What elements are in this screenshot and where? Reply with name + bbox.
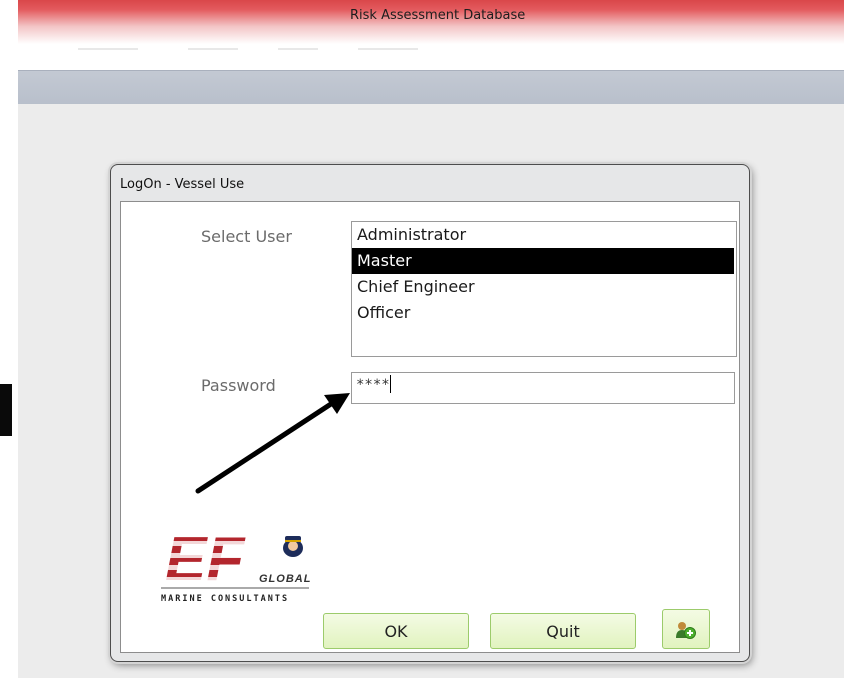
add-user-button[interactable]	[662, 609, 710, 649]
logo-global-text: GLOBAL	[259, 573, 311, 585]
list-item-master[interactable]: Master	[352, 248, 734, 274]
company-logo: EF GLOBAL MARINE CON	[159, 500, 319, 620]
text-caret	[389, 375, 391, 393]
side-marker	[0, 384, 12, 436]
logo-tagline: MARINE CONSULTANTS	[161, 594, 289, 604]
list-item-officer[interactable]: Officer	[352, 300, 736, 326]
window-title: Risk Assessment Database	[350, 8, 526, 23]
dialog-body: Select User Administrator Master Chief E…	[120, 201, 740, 653]
officer-icon	[283, 536, 303, 557]
user-listbox[interactable]: Administrator Master Chief Engineer Offi…	[351, 221, 737, 357]
password-label: Password	[201, 376, 276, 395]
password-value: ****	[356, 377, 390, 393]
list-item-chief-engineer[interactable]: Chief Engineer	[352, 274, 736, 300]
quit-button[interactable]: Quit	[490, 613, 636, 649]
logon-dialog: LogOn - Vessel Use Select User Administr…	[110, 164, 750, 662]
list-item-administrator[interactable]: Administrator	[352, 222, 736, 248]
menu-bar	[18, 70, 844, 105]
select-user-label: Select User	[201, 227, 292, 246]
window-titlebar: Risk Assessment Database	[18, 0, 844, 44]
ribbon-area	[18, 42, 844, 60]
ok-button[interactable]: OK	[323, 613, 469, 649]
password-field[interactable]: ****	[351, 372, 735, 404]
dialog-title: LogOn - Vessel Use	[120, 177, 245, 192]
add-user-icon	[675, 620, 697, 639]
